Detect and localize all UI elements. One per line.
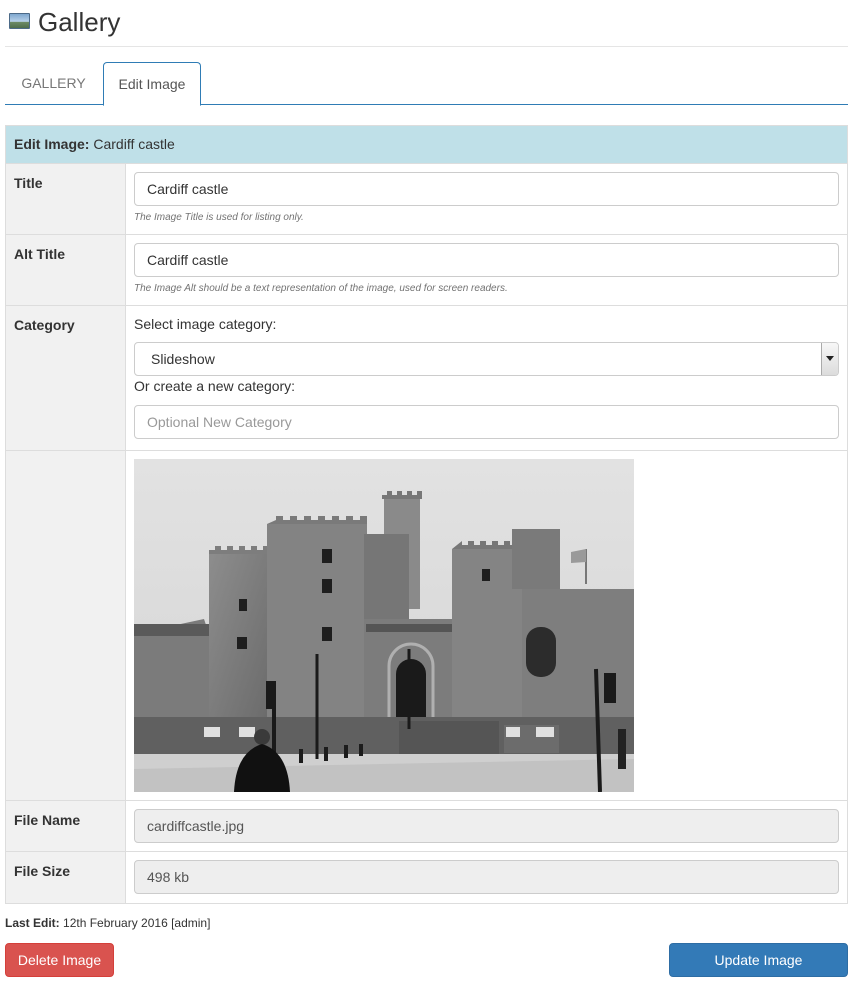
file-name-label: File Name xyxy=(6,801,126,851)
delete-image-button[interactable]: Delete Image xyxy=(5,943,114,977)
select-category-prompt: Select image category: xyxy=(134,316,277,332)
tab-bar: GALLERY Edit Image xyxy=(5,62,848,106)
alt-title-input[interactable]: Cardiff castle xyxy=(134,243,839,277)
gallery-edit-page: Gallery GALLERY Edit Image Edit Image: C… xyxy=(0,0,863,981)
category-select[interactable]: Slideshow xyxy=(134,342,839,376)
page-title: Gallery xyxy=(38,7,121,37)
form-heading-label: Edit Image: xyxy=(14,136,90,152)
image-icon xyxy=(9,13,30,29)
form-heading-value: Cardiff castle xyxy=(93,136,175,152)
last-edit-info: Last Edit: 12th February 2016 [admin] xyxy=(5,916,210,930)
file-name-row: File Name cardiffcastle.jpg xyxy=(6,801,847,852)
title-row: Title Cardiff castle The Image Title is … xyxy=(6,164,847,235)
image-label-cell xyxy=(6,451,126,800)
image-row xyxy=(6,451,847,801)
file-name-field: cardiffcastle.jpg xyxy=(134,809,839,843)
alt-title-row: Alt Title Cardiff castle The Image Alt s… xyxy=(6,235,847,306)
chevron-down-icon[interactable] xyxy=(821,343,838,375)
form-heading: Edit Image: Cardiff castle xyxy=(6,126,847,164)
file-size-field: 498 kb xyxy=(134,860,839,894)
castle-photo xyxy=(134,459,634,792)
category-select-value: Slideshow xyxy=(151,351,215,367)
page-header: Gallery xyxy=(5,0,848,47)
alt-title-help-text: The Image Alt should be a text represent… xyxy=(134,283,508,294)
tab-edit-image[interactable]: Edit Image xyxy=(103,62,201,106)
category-row: Category Select image category: Slidesho… xyxy=(6,306,847,451)
tab-gallery[interactable]: GALLERY xyxy=(5,62,102,105)
file-size-label: File Size xyxy=(6,852,126,903)
title-input[interactable]: Cardiff castle xyxy=(134,172,839,206)
edit-image-form: Edit Image: Cardiff castle Title Cardiff… xyxy=(5,125,848,904)
last-edit-value: 12th February 2016 [admin] xyxy=(63,916,211,930)
category-label: Category xyxy=(6,306,126,450)
new-category-input[interactable]: Optional New Category xyxy=(134,405,839,439)
last-edit-label: Last Edit: xyxy=(5,916,60,930)
title-help-text: The Image Title is used for listing only… xyxy=(134,212,304,223)
file-size-row: File Size 498 kb xyxy=(6,852,847,903)
title-label: Title xyxy=(6,164,126,234)
alt-title-label: Alt Title xyxy=(6,235,126,305)
new-category-prompt: Or create a new category: xyxy=(134,378,296,394)
update-image-button[interactable]: Update Image xyxy=(669,943,848,977)
